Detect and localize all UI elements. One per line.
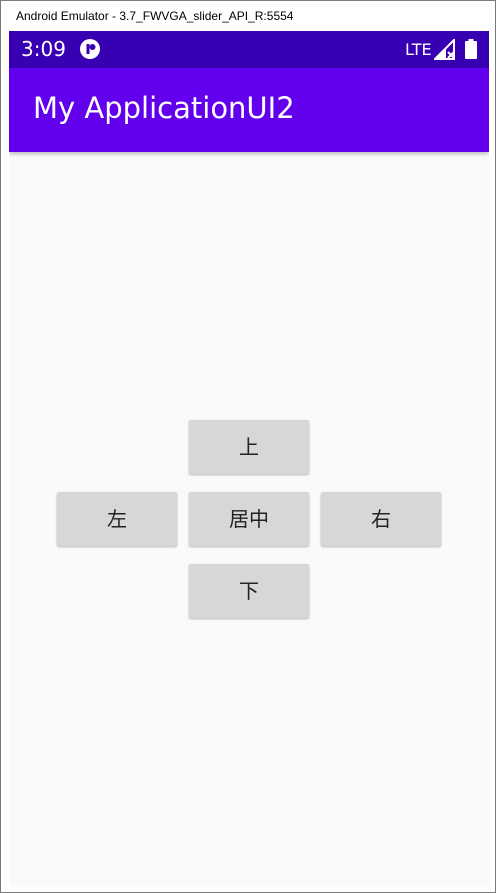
signal-icon — [434, 39, 455, 60]
left-button[interactable]: 左 — [57, 492, 177, 546]
app-title: My ApplicationUI2 — [33, 91, 295, 125]
up-button[interactable]: 上 — [189, 420, 309, 474]
right-button[interactable]: 右 — [321, 492, 441, 546]
status-time: 3:09 — [21, 37, 66, 61]
battery-icon — [465, 39, 477, 59]
window-title: Android Emulator - 3.7_FWVGA_slider_API_… — [16, 9, 294, 23]
app-notification-icon — [80, 39, 100, 59]
emulator-window: Android Emulator - 3.7_FWVGA_slider_API_… — [0, 0, 496, 893]
network-type-label: LTE — [405, 40, 432, 59]
app-bar: My ApplicationUI2 — [9, 68, 489, 152]
status-bar: 3:09 LTE — [9, 31, 489, 68]
down-button[interactable]: 下 — [189, 564, 309, 618]
window-titlebar[interactable]: Android Emulator - 3.7_FWVGA_slider_API_… — [1, 1, 495, 31]
center-button[interactable]: 居中 — [189, 492, 309, 546]
device-screen: 3:09 LTE My ApplicationUI2 上 左 居中 右 下 — [9, 31, 489, 887]
